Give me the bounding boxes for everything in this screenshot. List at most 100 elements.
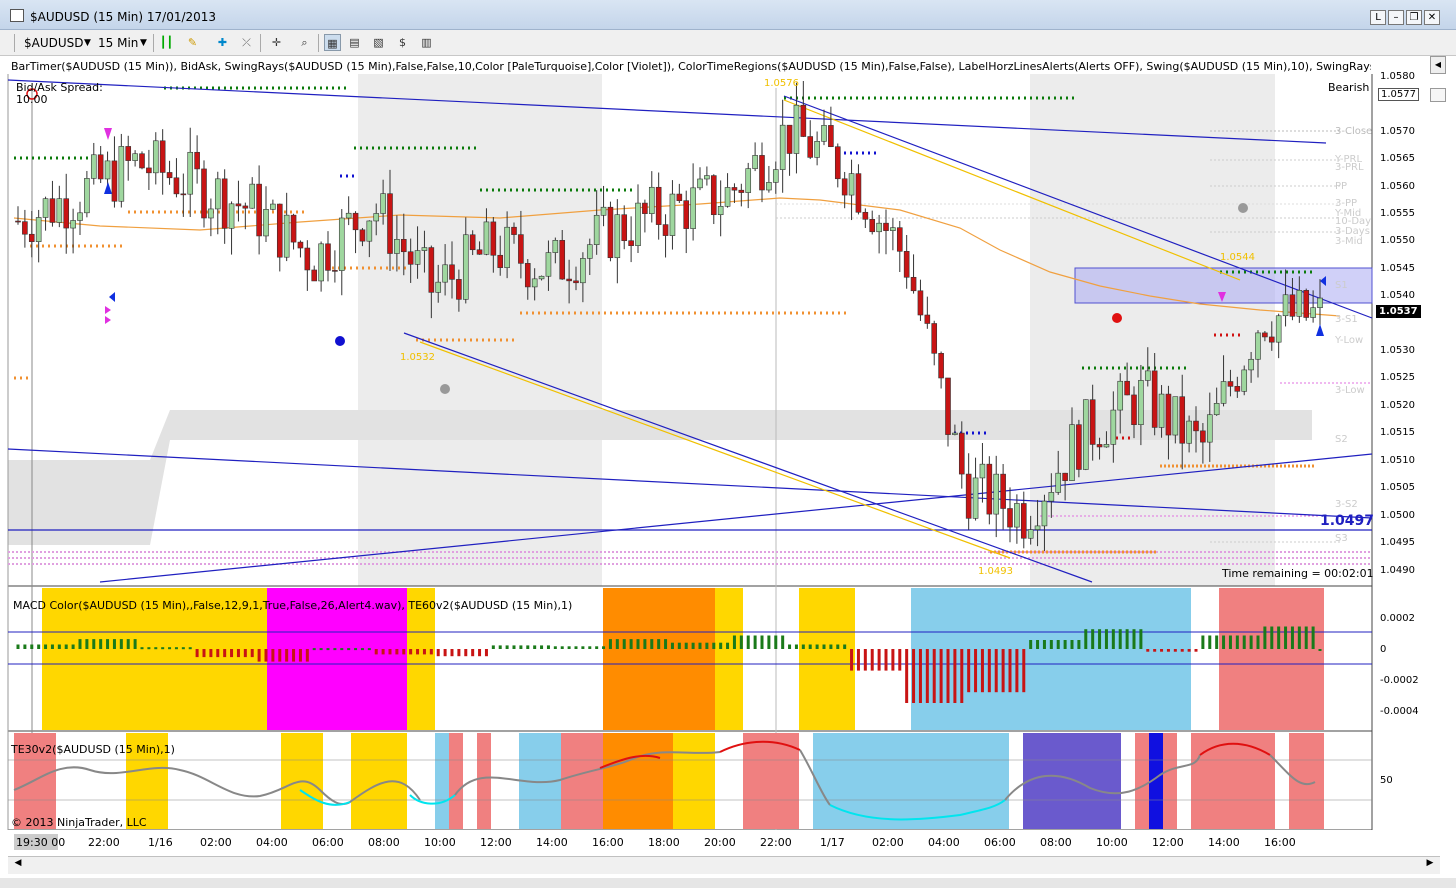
- chart-canvas[interactable]: [0, 56, 1456, 856]
- macd-bar: [409, 649, 413, 655]
- macd-bar: [106, 639, 110, 649]
- instrument-selector[interactable]: $AUDUSD: [24, 36, 84, 50]
- crosshair-icon[interactable]: ✛: [268, 34, 285, 51]
- swing-marker: [1238, 203, 1248, 213]
- candle-body: [1220, 381, 1227, 404]
- macd-bar: [574, 646, 578, 649]
- candle-body: [208, 208, 214, 219]
- candle-body: [566, 278, 572, 282]
- macd-bar: [863, 649, 867, 671]
- scroll-up-icon[interactable]: ◀: [1430, 56, 1446, 74]
- macd-bar: [774, 635, 778, 649]
- candle-body: [345, 212, 352, 219]
- macd-bar: [202, 649, 206, 658]
- macd-bar: [967, 649, 971, 693]
- scroll-handle[interactable]: [1430, 88, 1446, 102]
- time-tick: 04:00: [928, 836, 960, 849]
- scroll-right-icon[interactable]: ▶: [1422, 858, 1438, 873]
- macd-bar: [1187, 649, 1191, 652]
- candle-body: [511, 226, 517, 235]
- link-button[interactable]: L: [1370, 10, 1386, 25]
- close-button[interactable]: ✕: [1424, 10, 1440, 25]
- remove-draw-icon[interactable]: ⤫: [238, 34, 255, 51]
- swing-marker: [440, 384, 450, 394]
- bar-type-icon[interactable]: ┃┃: [158, 34, 175, 51]
- macd-bar: [168, 647, 172, 650]
- candle-body: [586, 244, 593, 259]
- level-label: 3-Mid: [1335, 236, 1363, 247]
- time-tick: 06:00: [312, 836, 344, 849]
- macd-tick: -0.0004: [1380, 706, 1419, 717]
- macd-bar: [402, 649, 406, 655]
- candle-body: [841, 178, 848, 196]
- maximize-button[interactable]: ❐: [1406, 10, 1422, 25]
- candle-body: [614, 214, 621, 259]
- up-arrow-icon: [1316, 324, 1324, 336]
- strategies-icon[interactable]: ▧: [370, 34, 387, 51]
- minimize-button[interactable]: –: [1388, 10, 1404, 25]
- candle-body: [1213, 403, 1220, 416]
- instrument-dropdown-icon[interactable]: ▼: [84, 38, 91, 48]
- candle-body: [325, 243, 331, 271]
- macd-bar: [395, 649, 399, 655]
- zoom-icon[interactable]: ⌕: [296, 34, 313, 51]
- candle-body: [63, 198, 70, 229]
- macd-bar: [602, 646, 606, 649]
- macd-bar: [588, 646, 592, 649]
- time-tick: 1/17: [820, 836, 845, 849]
- candle-body: [428, 247, 435, 293]
- candle-body: [1041, 500, 1048, 527]
- candle-body: [965, 473, 972, 519]
- candle-body: [545, 252, 552, 277]
- candle-body: [311, 269, 318, 282]
- macd-bar: [939, 649, 943, 703]
- vertical-scrollbar[interactable]: ◀: [1430, 56, 1446, 856]
- candle-body: [456, 279, 462, 300]
- candle-body: [642, 202, 648, 214]
- indicators-icon[interactable]: ▤: [346, 34, 363, 51]
- macd-bar: [677, 642, 681, 649]
- candle-body: [49, 198, 56, 223]
- time-tick: 16:00: [592, 836, 624, 849]
- interval-dropdown-icon[interactable]: ▼: [140, 38, 147, 48]
- time-tick: 14:00: [1208, 836, 1240, 849]
- candle-body: [1138, 380, 1144, 425]
- drawing-pencil-icon[interactable]: ✎: [184, 34, 201, 51]
- macd-tick: -0.0002: [1380, 675, 1419, 686]
- templates-icon[interactable]: ▥: [418, 34, 435, 51]
- data-box-icon[interactable]: ▦: [324, 34, 341, 51]
- right-triangle-icon: [105, 306, 111, 314]
- right-triangle-icon: [105, 316, 111, 324]
- macd-bar: [533, 645, 537, 649]
- candle-body: [77, 212, 83, 221]
- candle-body: [1151, 370, 1158, 428]
- candle-body: [772, 169, 779, 183]
- candle-body: [125, 146, 132, 161]
- properties-icon[interactable]: $: [394, 34, 411, 51]
- macd-bar: [126, 639, 130, 649]
- scroll-left-icon[interactable]: ◀: [10, 858, 26, 873]
- candle-body: [600, 206, 607, 216]
- macd-bar: [257, 649, 261, 662]
- time-tick: 22:00: [760, 836, 792, 849]
- macd-bar: [1277, 626, 1281, 649]
- candle-body: [394, 239, 400, 254]
- macd-bar: [85, 639, 89, 649]
- interval-selector[interactable]: 15 Min: [98, 36, 138, 50]
- level-label: 3-S1: [1335, 314, 1358, 325]
- macd-bar: [381, 649, 385, 655]
- candle-body: [552, 240, 559, 253]
- draw-tool-icon[interactable]: ✚: [214, 34, 231, 51]
- candle-body: [387, 193, 393, 254]
- macd-bar: [498, 645, 502, 649]
- macd-bar: [271, 649, 275, 662]
- candle-body: [490, 221, 497, 256]
- candle-body: [979, 463, 986, 479]
- macd-bar: [16, 644, 20, 649]
- candle-body: [972, 477, 979, 519]
- candle-body: [1048, 492, 1055, 502]
- macd-bar: [140, 647, 144, 650]
- horizontal-scrollbar[interactable]: ◀ ▶: [8, 856, 1440, 874]
- macd-bar: [374, 649, 378, 655]
- candle-body: [42, 198, 49, 218]
